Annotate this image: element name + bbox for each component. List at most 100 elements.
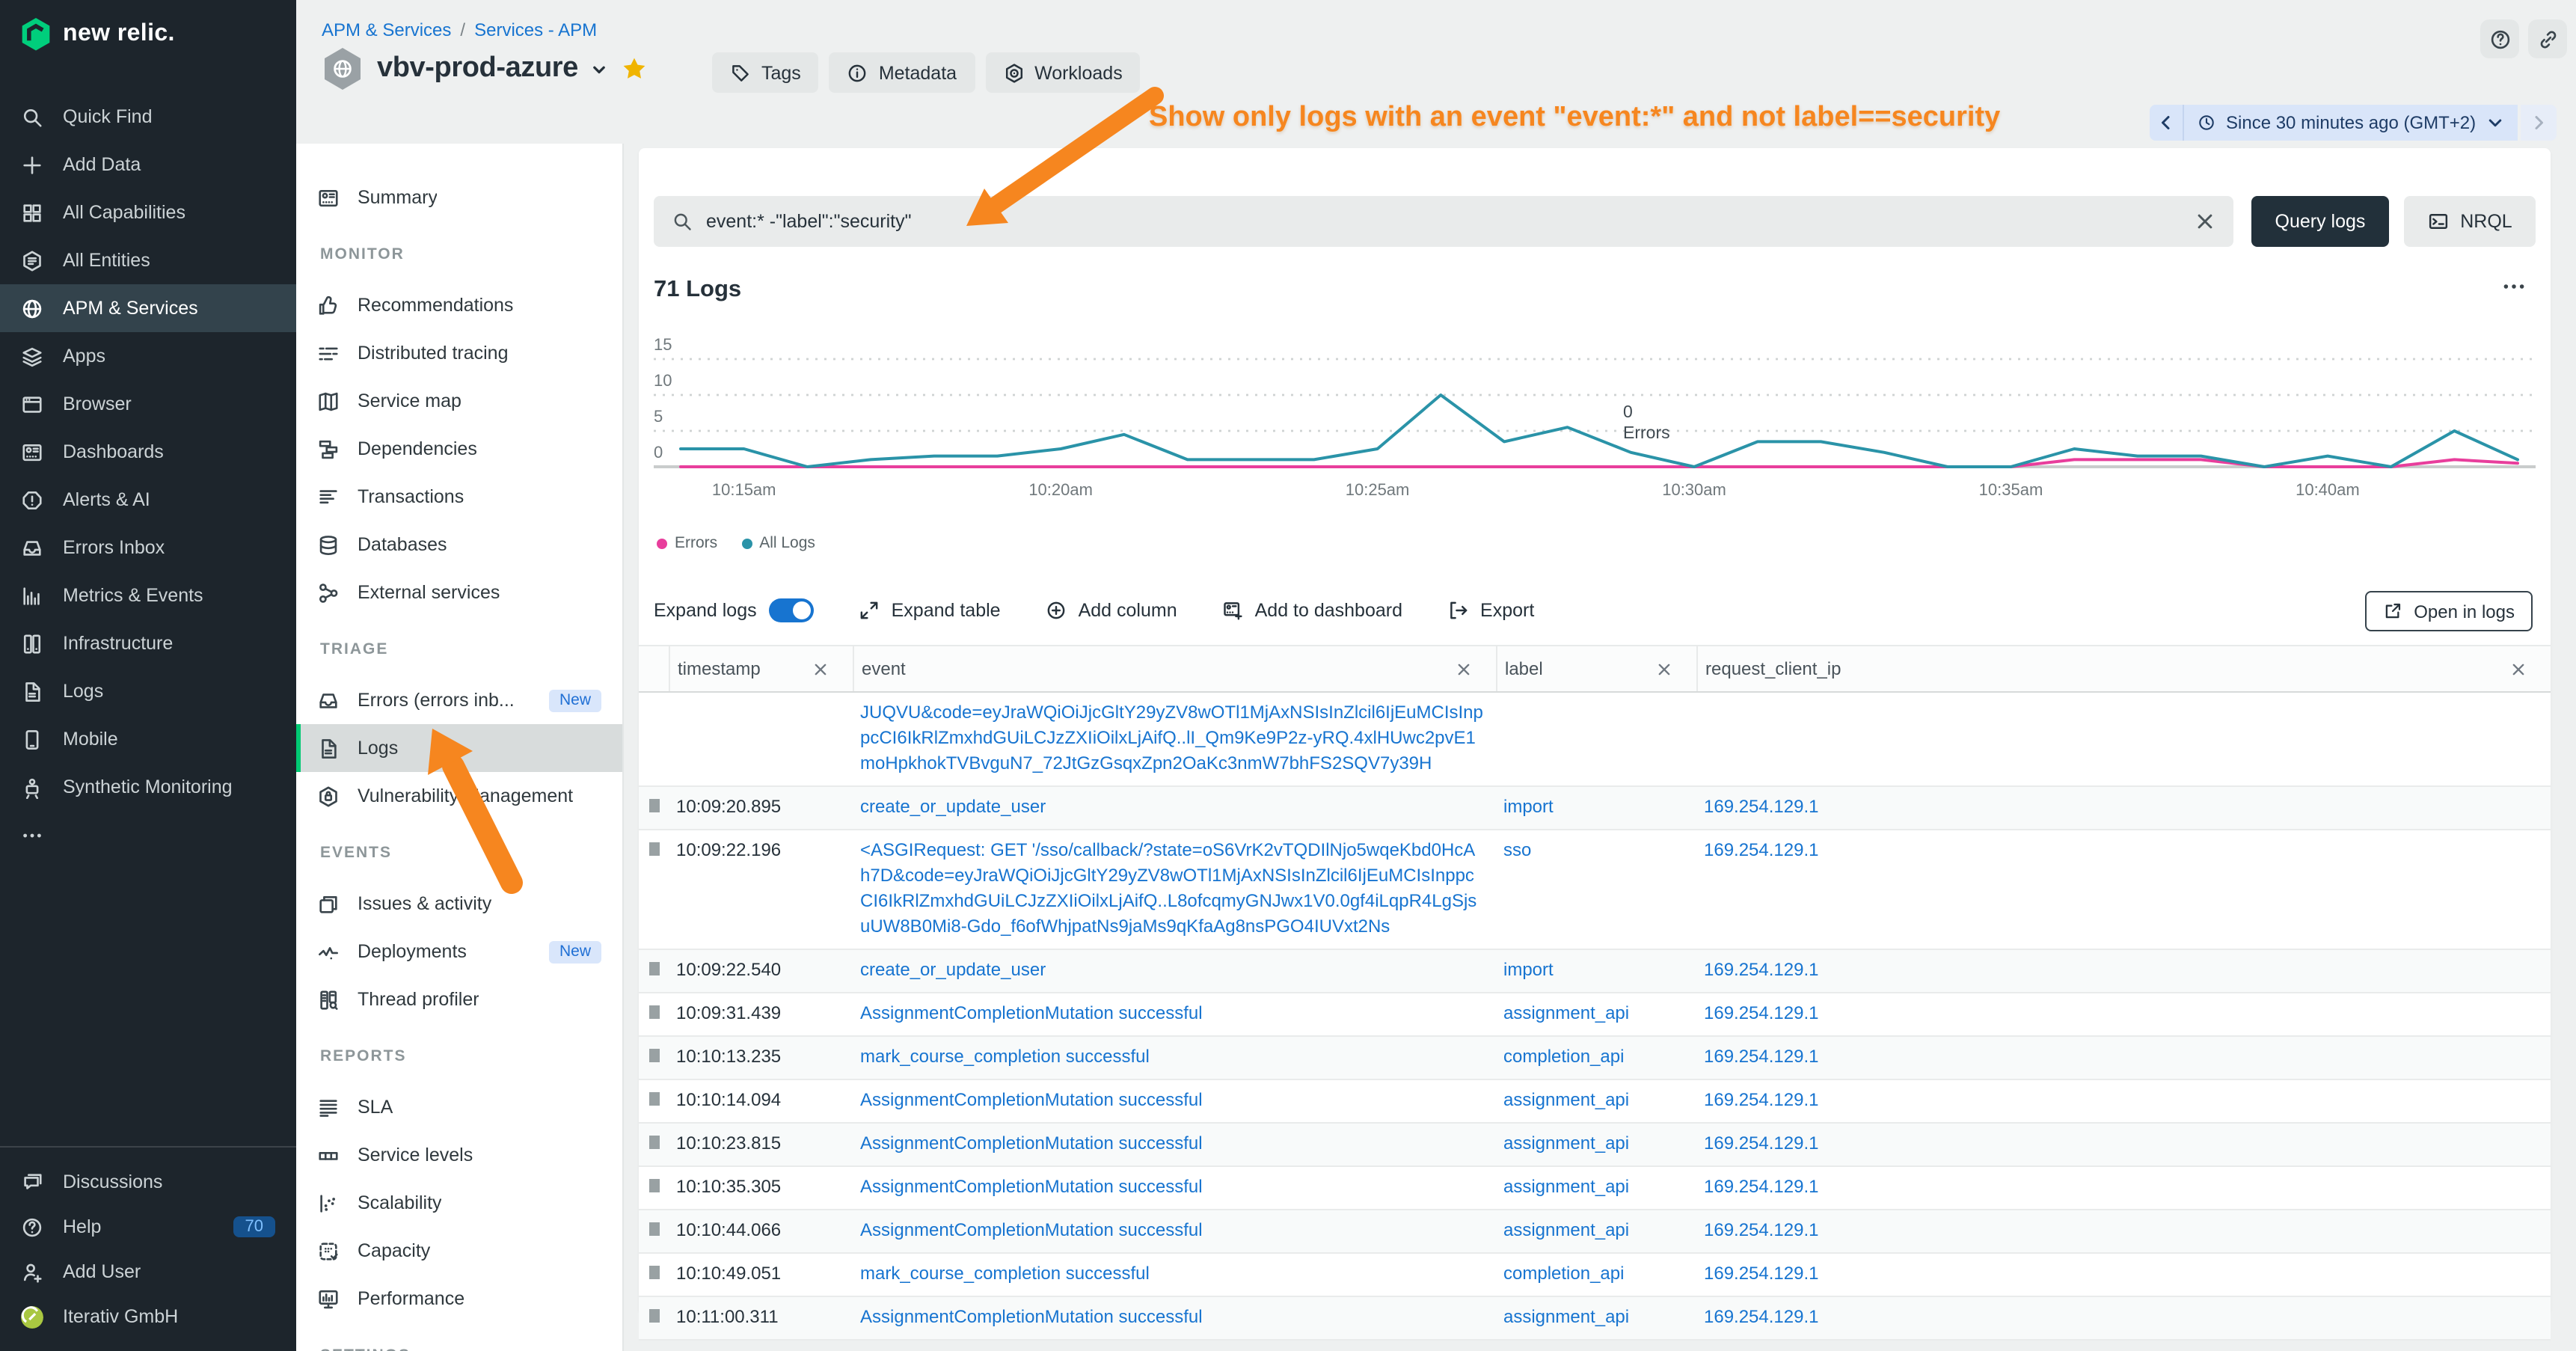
column-header-event[interactable]: event	[853, 646, 1496, 691]
label-link[interactable]: import	[1503, 959, 1554, 980]
sidebar-item-logs[interactable]: Logs	[0, 667, 296, 715]
event-link[interactable]: create_or_update_user	[860, 796, 1046, 817]
event-link[interactable]: AssignmentCompletionMutation successful	[860, 1002, 1203, 1023]
subnav-item-service-map[interactable]: Service map	[296, 377, 622, 425]
table-row[interactable]: 10:09:22.196<ASGIRequest: GET '/sso/call…	[639, 830, 2551, 950]
sidebar-item-iterativ-gmbh[interactable]: Iterativ GmbH	[0, 1294, 296, 1339]
table-row[interactable]: 10:10:13.235mark_course_completion succe…	[639, 1037, 2551, 1080]
sidebar-item-browser[interactable]: Browser	[0, 380, 296, 428]
sidebar-item-synthetic-monitoring[interactable]: Synthetic Monitoring	[0, 763, 296, 811]
sidebar-item-discussions[interactable]: Discussions	[0, 1159, 296, 1204]
remove-column-icon[interactable]	[2510, 661, 2527, 677]
request_client_ip-link[interactable]: 169.254.129.1	[1704, 959, 1819, 980]
table-row[interactable]: 10:10:35.305AssignmentCompletionMutation…	[639, 1167, 2551, 1210]
event-link[interactable]: AssignmentCompletionMutation successful	[860, 1133, 1203, 1154]
metadata-button[interactable]: Metadata	[829, 52, 975, 93]
sidebar-item-help[interactable]: Help70	[0, 1204, 296, 1249]
subnav-item-errors-errors-inb[interactable]: Errors (errors inb...New	[296, 676, 622, 724]
help-button[interactable]	[2480, 19, 2519, 58]
subnav-item-summary[interactable]: Summary	[296, 174, 622, 221]
open-in-logs-button[interactable]: Open in logs	[2364, 591, 2533, 631]
table-row[interactable]: JUQVU&code=eyJraWQiOiJjcGltY29yZV8wOTl1M…	[639, 693, 2551, 787]
sidebar-item-apps[interactable]: Apps	[0, 332, 296, 380]
nrql-button[interactable]: NRQL	[2404, 196, 2536, 247]
label-link[interactable]: assignment_api	[1503, 1219, 1629, 1240]
row-selector[interactable]	[639, 1124, 669, 1165]
event-link[interactable]: create_or_update_user	[860, 959, 1046, 980]
row-selector[interactable]	[639, 830, 669, 949]
subnav-item-service-levels[interactable]: Service levels	[296, 1131, 622, 1179]
column-header-request-client-ip[interactable]: request_client_ip	[1696, 646, 2551, 691]
label-link[interactable]: assignment_api	[1503, 1176, 1629, 1197]
search-query[interactable]: event:* -"label":"security"	[706, 211, 2195, 232]
sidebar-item-dashboards[interactable]: Dashboards	[0, 428, 296, 476]
sidebar-item-all-capabilities[interactable]: All Capabilities	[0, 189, 296, 236]
label-link[interactable]: assignment_api	[1503, 1306, 1629, 1327]
table-row[interactable]: 10:09:22.540create_or_update_userimport1…	[639, 950, 2551, 993]
column-header-label[interactable]: label	[1496, 646, 1696, 691]
sidebar-item-all-entities[interactable]: All Entities	[0, 236, 296, 284]
subnav-item-databases[interactable]: Databases	[296, 521, 622, 569]
expand-table-button[interactable]: Expand table	[859, 600, 1001, 621]
row-selector[interactable]	[639, 1210, 669, 1252]
title-chevron-down-icon[interactable]	[592, 61, 608, 77]
event-link[interactable]: <ASGIRequest: GET '/sso/callback/?state=…	[860, 839, 1476, 937]
log-search-bar[interactable]: event:* -"label":"security"	[654, 196, 2233, 247]
sidebar-item-add-data[interactable]: Add Data	[0, 141, 296, 189]
request_client_ip-link[interactable]: 169.254.129.1	[1704, 839, 1819, 860]
request_client_ip-link[interactable]: 169.254.129.1	[1704, 1176, 1819, 1197]
row-selector[interactable]	[639, 950, 669, 992]
request_client_ip-link[interactable]: 169.254.129.1	[1704, 1133, 1819, 1154]
request_client_ip-link[interactable]: 169.254.129.1	[1704, 1002, 1819, 1023]
label-link[interactable]: completion_api	[1503, 1263, 1624, 1284]
event-link[interactable]: AssignmentCompletionMutation successful	[860, 1089, 1203, 1110]
event-link[interactable]: JUQVU&code=eyJraWQiOiJjcGltY29yZV8wOTl1M…	[860, 702, 1483, 773]
column-header-timestamp[interactable]: timestamp	[669, 646, 853, 691]
sidebar-item-infrastructure[interactable]: Infrastructure	[0, 619, 296, 667]
subnav-item-transactions[interactable]: Transactions	[296, 473, 622, 521]
time-forward-button[interactable]	[2521, 105, 2557, 141]
subnav-item-logs[interactable]: Logs	[296, 724, 622, 772]
subnav-item-distributed-tracing[interactable]: Distributed tracing	[296, 329, 622, 377]
label-link[interactable]: sso	[1503, 839, 1531, 860]
sidebar-item-metrics-events[interactable]: Metrics & Events	[0, 572, 296, 619]
subnav-item-external-services[interactable]: External services	[296, 569, 622, 616]
subnav-item-scalability[interactable]: Scalability	[296, 1179, 622, 1227]
legend-item-all-logs[interactable]: All Logs	[741, 534, 815, 552]
label-link[interactable]: assignment_api	[1503, 1089, 1629, 1110]
table-row[interactable]: 10:11:00.311AssignmentCompletionMutation…	[639, 1297, 2551, 1341]
table-row[interactable]: 10:10:44.066AssignmentCompletionMutation…	[639, 1210, 2551, 1254]
request_client_ip-link[interactable]: 169.254.129.1	[1704, 1089, 1819, 1110]
time-back-button[interactable]	[2150, 105, 2184, 141]
row-selector[interactable]	[639, 787, 669, 829]
tags-button[interactable]: Tags	[712, 52, 819, 93]
table-row[interactable]: 10:10:14.094AssignmentCompletionMutation…	[639, 1080, 2551, 1124]
subnav-item-thread-profiler[interactable]: Thread profiler	[296, 975, 622, 1023]
event-link[interactable]: AssignmentCompletionMutation successful	[860, 1306, 1203, 1327]
expand-logs-toggle[interactable]: Expand logs	[654, 598, 814, 622]
row-selector[interactable]	[639, 1037, 669, 1079]
row-selector[interactable]	[639, 1167, 669, 1209]
time-range-button[interactable]: Since 30 minutes ago (GMT+2)	[2184, 105, 2518, 141]
request_client_ip-link[interactable]: 169.254.129.1	[1704, 796, 1819, 817]
clear-search-icon[interactable]	[2195, 211, 2215, 232]
sidebar-item-apm-services[interactable]: APM & Services	[0, 284, 296, 332]
sidebar-item-errors-inbox[interactable]: Errors Inbox	[0, 524, 296, 572]
event-link[interactable]: AssignmentCompletionMutation successful	[860, 1219, 1203, 1240]
sidebar-item-mobile[interactable]: Mobile	[0, 715, 296, 763]
subnav-item-issues-activity[interactable]: Issues & activity	[296, 880, 622, 928]
label-link[interactable]: assignment_api	[1503, 1133, 1629, 1154]
label-link[interactable]: assignment_api	[1503, 1002, 1629, 1023]
event-link[interactable]: mark_course_completion successful	[860, 1046, 1150, 1067]
table-row[interactable]: 10:09:20.895create_or_update_userimport1…	[639, 787, 2551, 830]
add-to-dashboard-button[interactable]: Add to dashboard	[1222, 600, 1402, 621]
panel-menu-icon[interactable]	[2501, 274, 2527, 299]
breadcrumb-services-apm[interactable]: Services - APM	[474, 19, 597, 40]
event-link[interactable]: mark_course_completion successful	[860, 1263, 1150, 1284]
table-row[interactable]: 10:10:23.815AssignmentCompletionMutation…	[639, 1124, 2551, 1167]
subnav-item-vulnerability-management[interactable]: Vulnerability Management	[296, 772, 622, 820]
row-selector[interactable]	[639, 993, 669, 1035]
workloads-button[interactable]: Workloads	[985, 52, 1141, 93]
row-selector[interactable]	[639, 693, 669, 785]
row-selector[interactable]	[639, 1254, 669, 1296]
